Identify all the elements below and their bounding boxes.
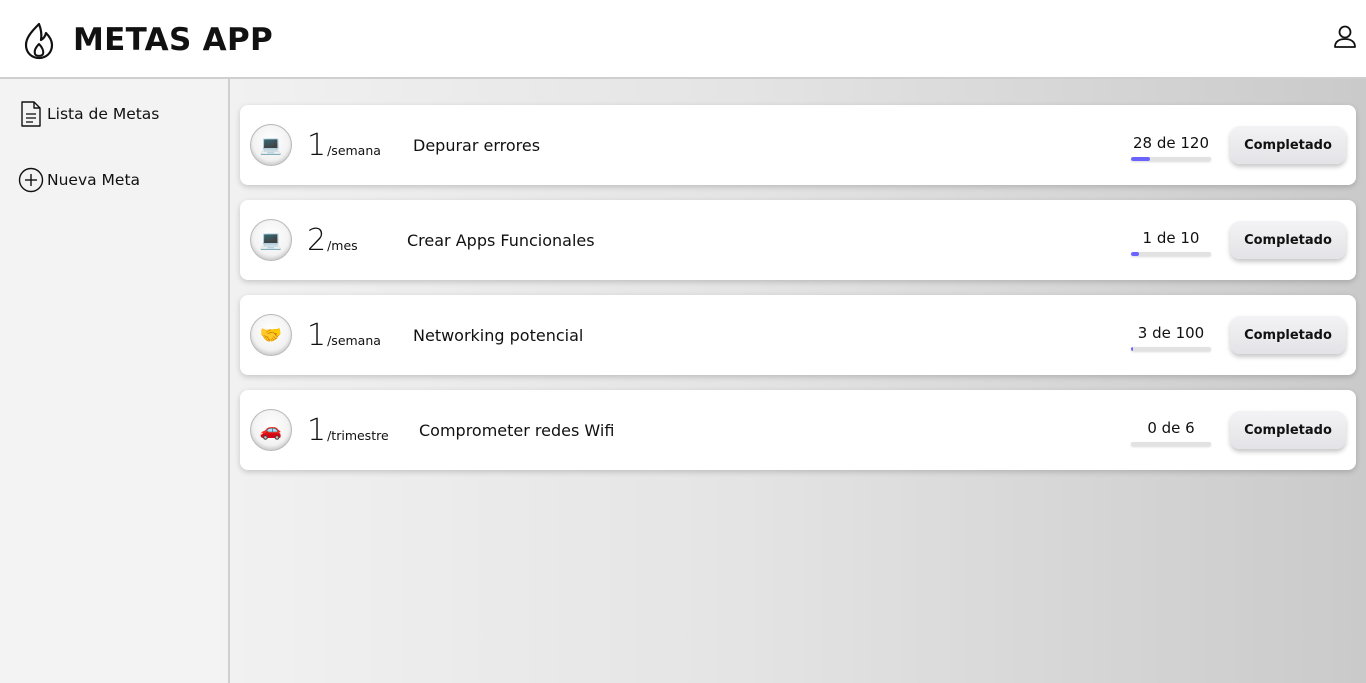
progress-bar (1131, 157, 1211, 161)
frequency-count: 1 (307, 413, 327, 448)
goal-frequency: 1 /semana (307, 130, 381, 162)
goals-list: 💻 1 /semana Depurar errores 28 de 120 Co… (230, 79, 1366, 683)
sidebar-item-label: Lista de Metas (47, 105, 160, 123)
goal-name: Networking potencial (413, 326, 584, 345)
app-header: METAS APP (0, 0, 1366, 79)
goal-frequency: 1 /trimestre (307, 415, 389, 447)
document-icon (21, 101, 41, 127)
frequency-count: 2 (307, 223, 327, 258)
sidebar: Lista de Metas Nueva Meta (0, 79, 230, 683)
complete-button[interactable]: Completado (1230, 411, 1346, 449)
goal-frequency: 2 /mes (307, 225, 358, 257)
goal-name: Comprometer redes Wifi (419, 421, 615, 440)
goal-progress: 3 de 100 (1130, 323, 1212, 351)
goal-progress: 28 de 120 (1130, 133, 1212, 161)
car-icon[interactable]: 🚗 (250, 409, 292, 451)
plus-circle-icon (18, 167, 44, 193)
sidebar-item-label: Nueva Meta (47, 171, 141, 189)
goal-card[interactable]: 💻 2 /mes Crear Apps Funcionales 1 de 10 … (240, 200, 1356, 280)
goal-card[interactable]: 🤝 1 /semana Networking potencial 3 de 10… (240, 295, 1356, 375)
goal-name: Depurar errores (413, 136, 541, 155)
frequency-period: /semana (327, 143, 381, 158)
goal-frequency: 1 /semana (307, 320, 381, 352)
user-icon[interactable] (1332, 24, 1358, 50)
frequency-count: 1 (307, 128, 327, 163)
frequency-count: 1 (307, 318, 327, 353)
progress-bar (1131, 347, 1211, 351)
progress-fill (1131, 157, 1150, 161)
app-title: METAS APP (73, 22, 274, 58)
complete-button[interactable]: Completado (1230, 221, 1346, 259)
goal-card[interactable]: 💻 1 /semana Depurar errores 28 de 120 Co… (240, 105, 1356, 185)
frequency-period: /trimestre (327, 428, 389, 443)
laptop-icon[interactable]: 💻 (250, 124, 292, 166)
goal-progress: 1 de 10 (1130, 228, 1212, 256)
complete-button[interactable]: Completado (1230, 126, 1346, 164)
sidebar-item-lista-de-metas[interactable]: Lista de Metas (18, 100, 159, 128)
progress-text: 3 de 100 (1137, 324, 1205, 342)
goal-card[interactable]: 🚗 1 /trimestre Comprometer redes Wifi 0 … (240, 390, 1356, 470)
progress-text: 0 de 6 (1147, 419, 1195, 437)
progress-bar (1131, 442, 1211, 446)
goal-name: Crear Apps Funcionales (407, 231, 595, 250)
handshake-icon[interactable]: 🤝 (250, 314, 292, 356)
sidebar-item-nueva-meta[interactable]: Nueva Meta (18, 166, 140, 194)
frequency-period: /mes (327, 238, 358, 253)
frequency-period: /semana (327, 333, 381, 348)
progress-text: 1 de 10 (1142, 229, 1200, 247)
progress-text: 28 de 120 (1132, 134, 1209, 152)
flame-icon[interactable] (22, 22, 56, 60)
goal-progress: 0 de 6 (1130, 418, 1212, 446)
progress-fill (1131, 347, 1134, 351)
laptop-icon[interactable]: 💻 (250, 219, 292, 261)
progress-bar (1131, 252, 1211, 256)
progress-fill (1131, 252, 1139, 256)
complete-button[interactable]: Completado (1230, 316, 1346, 354)
